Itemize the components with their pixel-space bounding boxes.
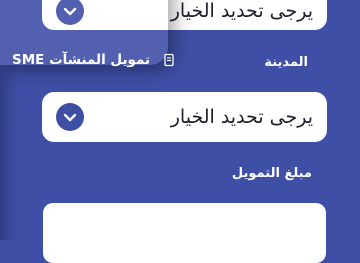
city-label: المدينة xyxy=(264,55,308,70)
finance-form: يرجى تحديد الخيار المدينة يرجى تحديد الخ… xyxy=(0,0,360,263)
amount-input[interactable] xyxy=(43,203,326,263)
amount-label: مبلغ التمويل xyxy=(231,166,312,181)
city-select-field[interactable]: يرجى تحديد الخيار xyxy=(42,92,327,142)
top-select-field[interactable]: يرجى تحديد الخيار xyxy=(42,0,327,30)
city-select-value: يرجى تحديد الخيار xyxy=(170,106,313,128)
top-select-value: يرجى تحديد الخيار xyxy=(170,0,313,22)
chevron-down-icon[interactable] xyxy=(56,103,84,131)
chevron-down-icon[interactable] xyxy=(56,0,84,25)
